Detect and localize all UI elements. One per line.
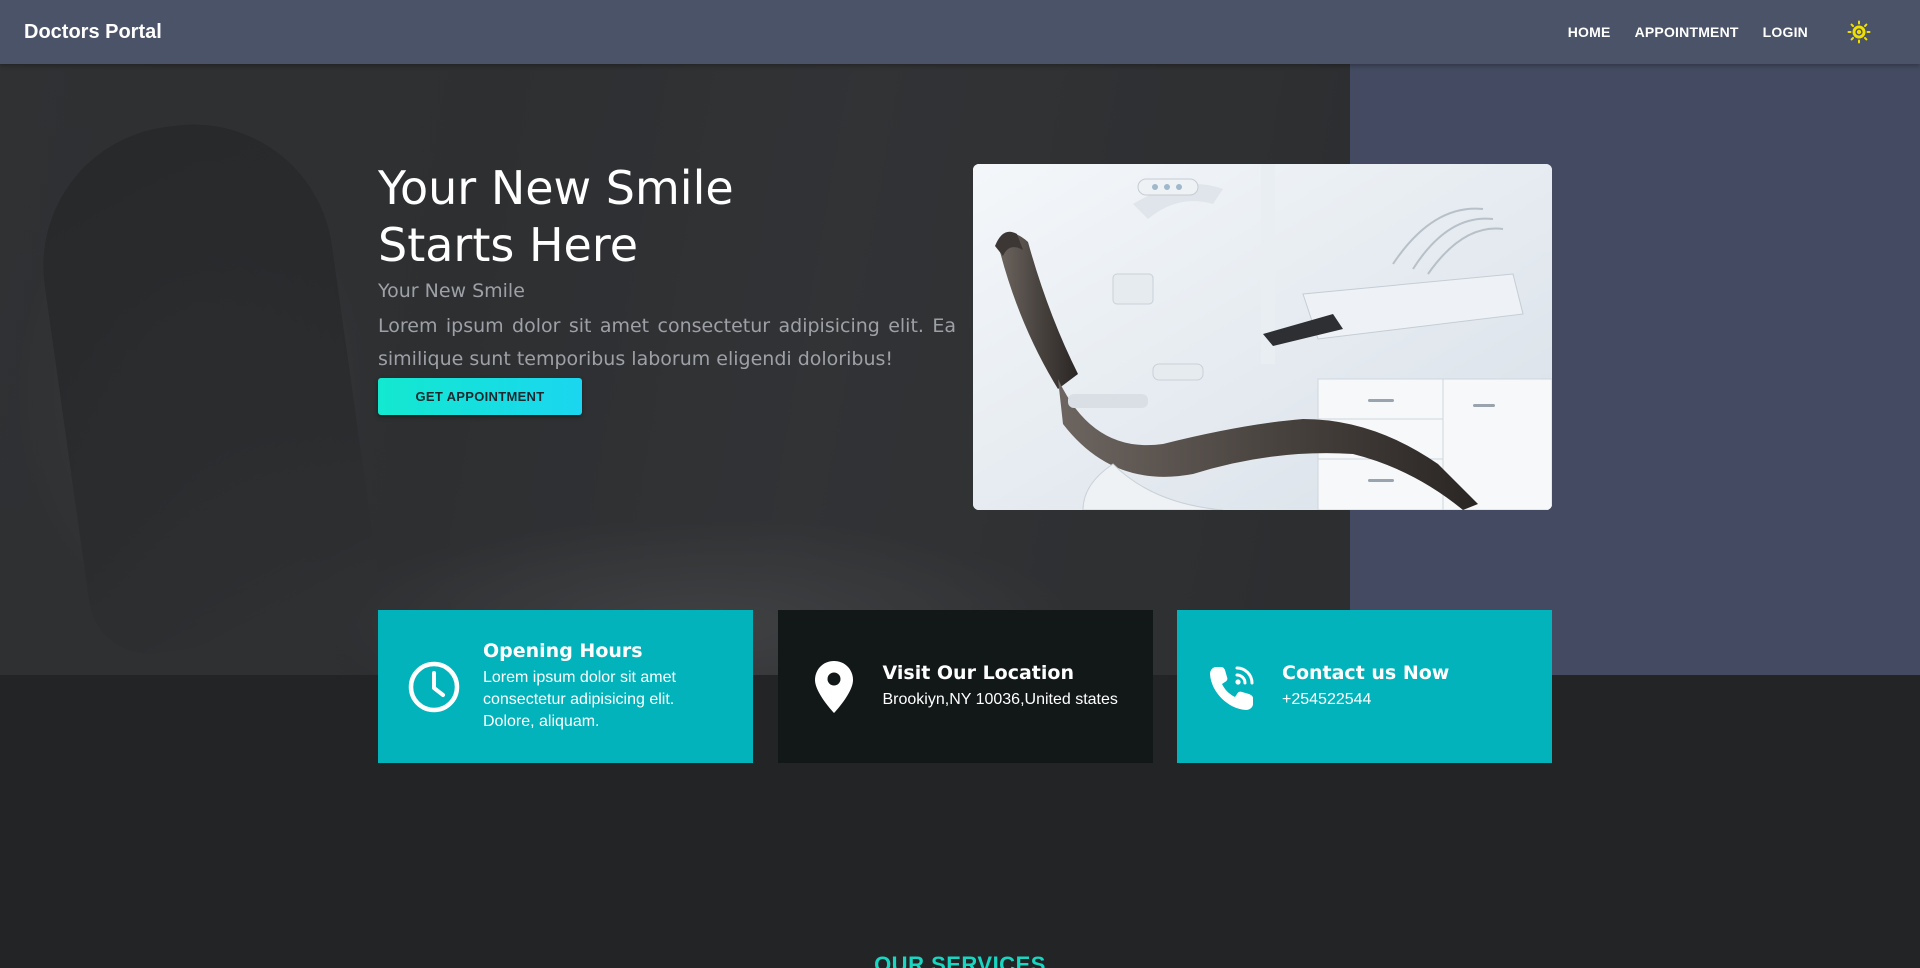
services-heading: OUR SERVICES <box>874 952 1046 968</box>
card-contact[interactable]: Contact us Now +254522544 <box>1177 610 1552 763</box>
navbar: Doctors Portal HOME APPOINTMENT LOGIN <box>0 0 1920 64</box>
dental-chair-photo <box>973 164 1552 510</box>
get-appointment-button[interactable]: GET APPOINTMENT <box>378 378 582 415</box>
info-cards: Opening Hours Lorem ipsum dolor sit amet… <box>378 610 1552 763</box>
card-text: Lorem ipsum dolor sit amet consectetur a… <box>483 669 676 730</box>
hero-section: Your New Smile Starts Here Your New Smil… <box>378 160 956 415</box>
card-text: Brookiyn,NY 10036,United states <box>882 691 1118 708</box>
location-pin-icon <box>806 659 862 715</box>
card-location: Visit Our Location Brookiyn,NY 10036,Uni… <box>777 610 1153 763</box>
background-chair-shape <box>25 106 385 662</box>
card-body: Opening Hours Lorem ipsum dolor sit amet… <box>483 640 693 733</box>
hero-subtitle: Your New Smile <box>378 280 525 302</box>
card-opening-hours: Opening Hours Lorem ipsum dolor sit amet… <box>378 610 753 763</box>
theme-toggle-button[interactable] <box>1846 19 1872 45</box>
sun-icon <box>1847 20 1871 44</box>
nav-link-login[interactable]: LOGIN <box>1763 24 1808 40</box>
card-body: Contact us Now +254522544 <box>1282 662 1492 711</box>
phone-icon <box>1205 659 1261 715</box>
hero-title: Your New Smile Starts Here <box>378 161 734 272</box>
card-body: Visit Our Location Brookiyn,NY 10036,Uni… <box>883 662 1143 711</box>
nav-link-home[interactable]: HOME <box>1568 24 1611 40</box>
card-text: +254522544 <box>1282 691 1372 708</box>
brand-title[interactable]: Doctors Portal <box>24 21 162 44</box>
hero-description: Lorem ipsum dolor sit amet consectetur a… <box>378 315 956 370</box>
clock-icon <box>406 659 462 715</box>
nav-menu: HOME APPOINTMENT LOGIN <box>1544 19 1896 45</box>
card-title: Visit Our Location <box>882 662 1074 684</box>
dental-chair-illustration <box>973 164 1552 510</box>
nav-link-appointment[interactable]: APPOINTMENT <box>1635 24 1739 40</box>
card-title: Opening Hours <box>483 640 643 662</box>
card-title: Contact us Now <box>1282 662 1450 684</box>
